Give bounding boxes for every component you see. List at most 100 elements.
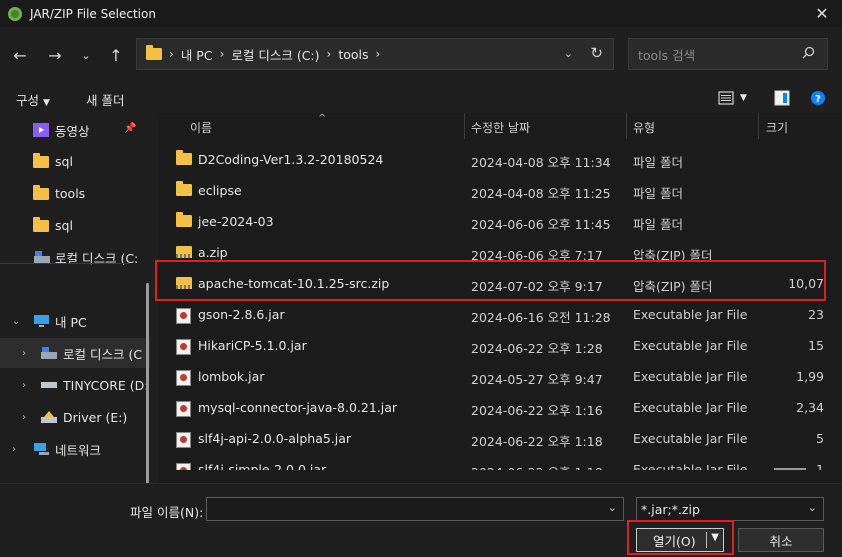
table-row[interactable]: lombok.jar 2024-05-27 오후 9:47 Executable… [172,361,826,391]
pin-icon[interactable]: 📌 [124,123,136,134]
navigation-bar: ← → ⌄ ↑ › 내 PC › 로컬 디스크 (C:) › tools › ⌄… [0,27,842,83]
horizontal-scrollbar[interactable] [774,468,806,470]
forward-arrow-icon[interactable]: → [43,43,67,67]
refresh-icon[interactable]: ↻ [590,44,603,62]
sidebar-item-label: 동영상 [55,123,90,139]
file-type-filter[interactable]: *.jar;*.zip ⌄ [636,497,824,521]
row-type: Executable Jar File [633,307,748,322]
table-row[interactable]: D2Coding-Ver1.3.2-20180524 2024-04-08 오후… [172,144,826,174]
jar-file-icon [176,339,191,355]
jar-file-icon [176,432,191,448]
row-name: slf4j-simple-2.0.0.jar [198,462,327,470]
title-bar: JAR/ZIP File Selection ✕ [0,0,842,27]
drive-icon [41,347,57,359]
sidebar-item-label: sql [55,217,73,233]
view-dropdown-icon[interactable]: ▼ [740,93,747,103]
sidebar-item-label: tools [55,185,86,201]
jar-file-icon [176,370,191,386]
column-divider[interactable] [464,113,465,139]
cancel-button[interactable]: 취소 [738,528,824,552]
row-type: 파일 폴더 [633,217,683,232]
sidebar-item-driver[interactable]: › Driver (E:) [0,402,150,432]
folder-icon [176,212,192,227]
row-name: slf4j-api-2.0.0-alpha5.jar [198,431,352,446]
row-name: eclipse [198,183,242,198]
column-header-size[interactable]: 크기 [766,119,788,136]
table-row[interactable]: jee-2024-03 2024-06-06 오후 11:45 파일 폴더 [172,206,826,236]
sidebar-item-network[interactable]: › 네트워크 [0,434,150,464]
table-row[interactable]: slf4j-api-2.0.0-alpha5.jar 2024-06-22 오후… [172,423,826,453]
chevron-down-icon[interactable]: ⌄ [12,316,20,327]
sidebar-item-tools[interactable]: tools [0,178,150,208]
row-type: Executable Jar File [633,369,748,384]
navigation-pane: 동영상 📌 sql tools sql 로컬 디스크 (C: ⌄ 내 PC › … [0,113,154,493]
sidebar-item-sql-2[interactable]: sql [0,210,150,240]
chevron-right-icon[interactable]: › [22,348,26,359]
column-divider[interactable] [758,113,759,139]
table-row[interactable]: eclipse 2024-04-08 오후 11:25 파일 폴더 [172,175,826,205]
table-row[interactable]: mysql-connector-java-8.0.21.jar 2024-06-… [172,392,826,422]
chevron-right-icon[interactable]: › [12,444,16,455]
row-date: 2024-06-22 오후 1:28 [471,341,603,356]
row-date: 2024-06-06 오후 11:45 [471,217,611,232]
table-row[interactable]: gson-2.8.6.jar 2024-06-16 오전 11:28 Execu… [172,299,826,329]
search-icon[interactable] [802,46,815,63]
breadcrumb-item[interactable]: 로컬 디스크 (C:) [231,45,319,64]
row-size: 15 [808,338,824,353]
back-arrow-icon[interactable]: ← [8,43,32,67]
jar-file-icon [176,401,191,417]
network-icon [34,443,49,455]
jar-file-icon [176,463,191,470]
row-name: jee-2024-03 [198,214,274,229]
table-row[interactable]: HikariCP-5.1.0.jar 2024-06-22 오후 1:28 Ex… [172,330,826,360]
row-date: 2024-06-16 오전 11:28 [471,310,611,325]
column-header-name[interactable]: 이름 [190,119,212,136]
chevron-right-icon[interactable]: › [22,380,26,391]
column-divider[interactable] [626,113,627,139]
sidebar-item-local-disk[interactable]: 로컬 디스크 (C: [0,242,150,272]
jar-file-icon [176,308,191,324]
column-header-date[interactable]: 수정한 날짜 [471,119,530,136]
sidebar-scrollbar[interactable] [146,283,149,493]
filename-input[interactable]: ⌄ [206,497,624,521]
row-name: gson-2.8.6.jar [198,307,285,322]
column-header-type[interactable]: 유형 [633,119,655,136]
sidebar-divider [0,263,130,264]
up-arrow-icon[interactable]: ↑ [104,43,128,67]
chevron-down-icon[interactable]: ⌄ [808,501,817,514]
sidebar-item-local-disk-c[interactable]: › 로컬 디스크 (C [0,338,150,368]
sort-ascending-icon: ^ [318,113,327,124]
row-size: 1 [816,462,824,470]
folder-icon [146,45,162,60]
new-folder-button[interactable]: 새 폴더 [86,90,124,109]
search-input[interactable]: tools 검색 [628,38,828,70]
sidebar-item-this-pc[interactable]: ⌄ 내 PC [0,306,150,336]
organize-label: 구성 [16,93,40,108]
organize-button[interactable]: 구성 ▼ [16,90,50,109]
selection-highlight [155,260,826,301]
address-dropdown-icon[interactable]: ⌄ [564,47,573,60]
sidebar-item-sql[interactable]: sql [0,146,150,176]
zip-folder-icon [176,246,192,258]
chevron-down-icon[interactable]: ⌄ [608,501,617,514]
row-name: lombok.jar [198,369,265,384]
breadcrumb-item[interactable]: tools [338,47,368,62]
sidebar-item-label: Driver (E:) [63,409,128,425]
help-icon[interactable]: ? [810,90,826,106]
preview-pane-icon[interactable] [774,90,790,106]
caret-down-icon: ▼ [43,98,50,108]
breadcrumb-item[interactable]: 내 PC [181,45,213,64]
sidebar-item-tinycore[interactable]: › TINYCORE (D: [0,370,150,400]
chevron-right-icon[interactable]: › [376,47,381,61]
view-options-icon[interactable] [718,90,734,106]
filename-label: 파일 이름(N): [130,505,204,520]
video-icon [33,123,49,137]
chevron-right-icon[interactable]: › [22,412,26,423]
close-icon[interactable]: ✕ [802,0,842,27]
table-row[interactable]: slf4j-simple-2.0.0.jar 2024-06-22 오후 1:1… [172,454,826,470]
sidebar-item-label: 네트워크 [55,442,102,458]
recent-locations-chevron-icon[interactable]: ⌄ [74,43,98,67]
sidebar-item-videos[interactable]: 동영상 📌 [0,115,150,145]
address-bar[interactable]: › 내 PC › 로컬 디스크 (C:) › tools › ⌄ ↻ [136,38,614,70]
filter-value: *.jar;*.zip [641,502,700,517]
